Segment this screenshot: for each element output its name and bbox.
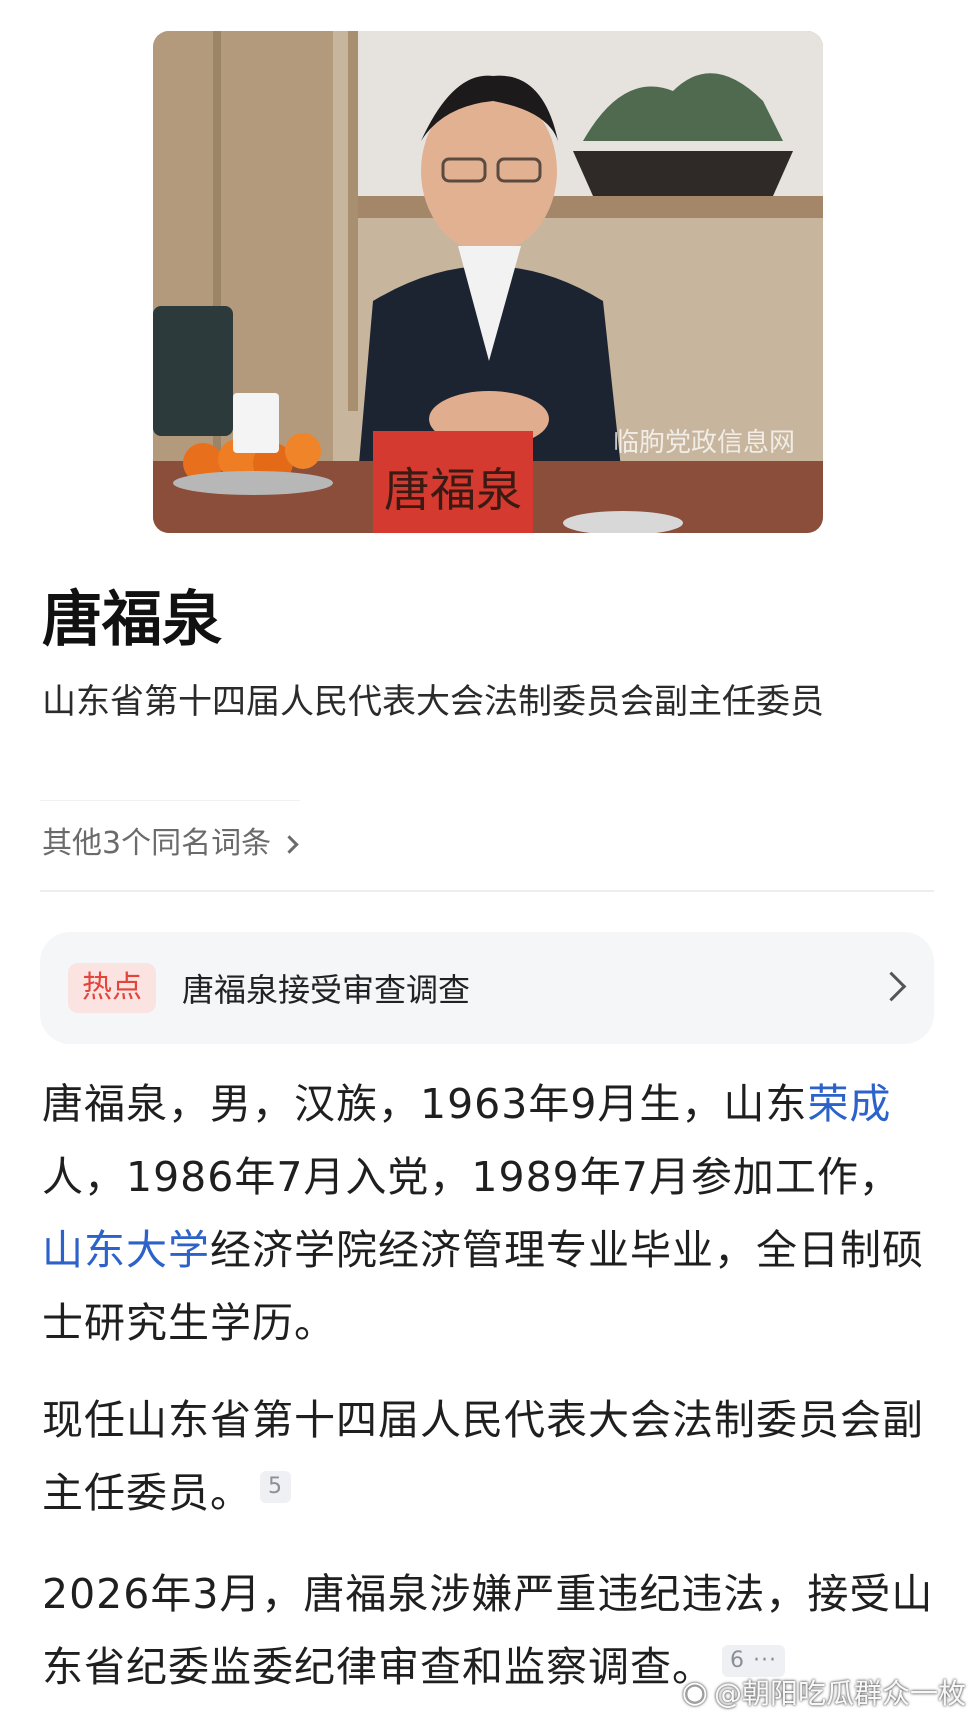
chevron-right-icon	[876, 971, 907, 1002]
page-title: 唐福泉	[42, 585, 222, 655]
shandong-university-link[interactable]: 山东大学	[42, 1226, 210, 1274]
watermark: ◉ @朝阳吃瓜群众一枚	[682, 1672, 966, 1712]
divider	[40, 890, 934, 892]
entry-subtitle: 山东省第十四届人民代表大会法制委员会副主任委员	[42, 682, 824, 722]
reference-badge[interactable]: 5	[260, 1471, 291, 1503]
watermark-text: @朝阳吃瓜群众一枚	[713, 1677, 966, 1710]
hot-badge: 热点	[68, 963, 156, 1013]
same-name-entries-link[interactable]: 其他3个同名词条	[42, 820, 299, 868]
photo-nameplate: 唐福泉	[384, 463, 522, 517]
intro-text-1: 唐福泉，男，汉族，1963年9月生，山东	[42, 1080, 808, 1128]
weibo-icon: ◉	[681, 1674, 708, 1710]
portrait-photo-illustration: 唐福泉 临朐党政信息网	[153, 31, 823, 533]
chevron-right-icon	[280, 834, 299, 854]
intro-paragraph: 唐福泉，男，汉族，1963年9月生，山东荣成人，1986年7月入党，1989年7…	[42, 1068, 936, 1360]
same-name-label: 其他3个同名词条	[42, 826, 272, 861]
position-text: 现任山东省第十四届人民代表大会法制委员会副主任委员。	[42, 1396, 924, 1517]
portrait-image[interactable]: 唐福泉 临朐党政信息网	[153, 31, 823, 533]
photo-caption: 临朐党政信息网	[613, 428, 795, 458]
position-paragraph: 现任山东省第十四届人民代表大会法制委员会副主任委员。 5	[42, 1384, 936, 1530]
hot-topic-card[interactable]: 热点 唐福泉接受审查调查	[40, 932, 934, 1044]
intro-text-2: 人，1986年7月入党，1989年7月参加工作，	[42, 1153, 901, 1201]
divider	[40, 800, 300, 801]
rongcheng-link[interactable]: 荣成	[807, 1080, 891, 1128]
hot-topic-title: 唐福泉接受审查调查	[182, 971, 471, 1009]
